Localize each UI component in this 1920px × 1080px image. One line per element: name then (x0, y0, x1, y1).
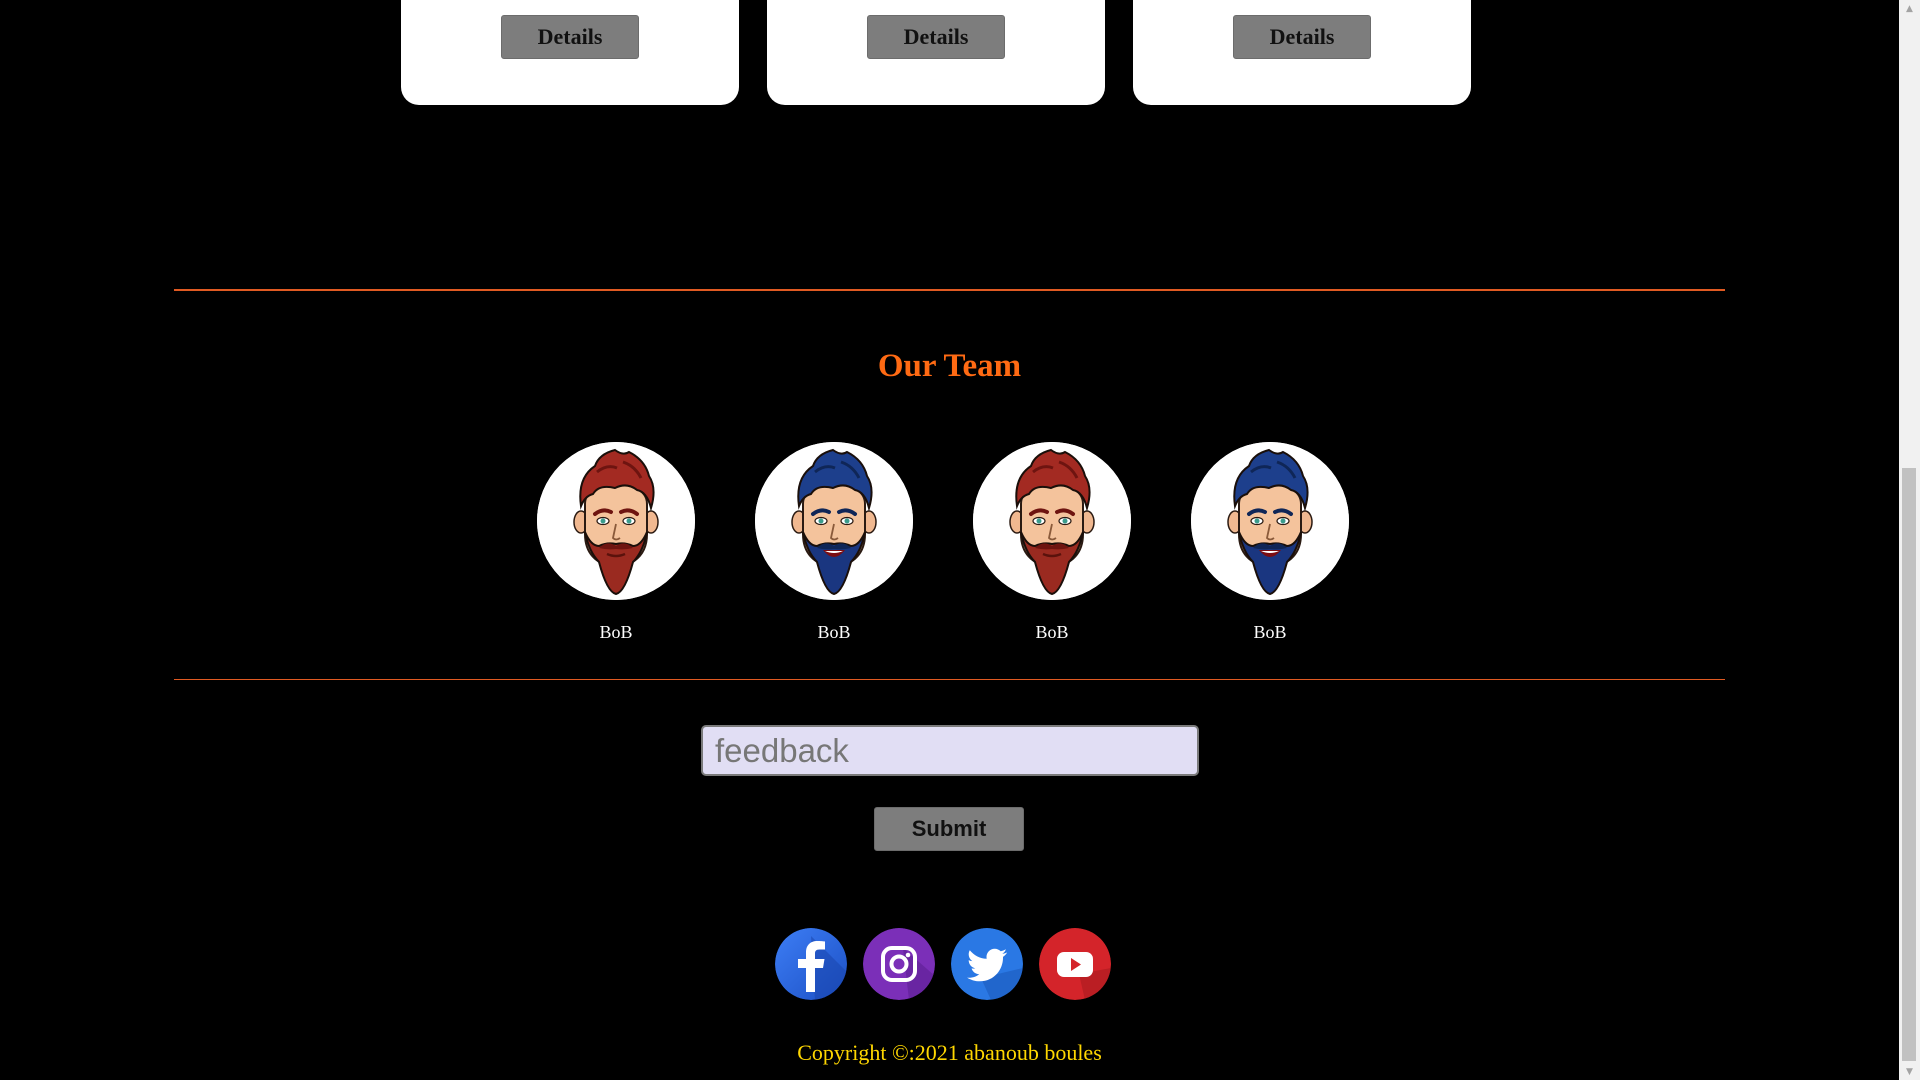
copyright-text: Copyright ©:2021 abanoub boules (797, 1040, 1102, 1065)
member-name: BoB (1253, 622, 1287, 642)
youtube-icon[interactable] (1039, 928, 1111, 1000)
member-name: BoB (599, 622, 633, 642)
submit-button[interactable]: Submit (874, 807, 1024, 851)
scroll-down-icon[interactable]: ▼ (1899, 1063, 1920, 1080)
scroll-up-icon[interactable]: ▲ (1899, 0, 1920, 17)
cards-row: Details Details Details (401, 0, 1471, 105)
card: Details (767, 0, 1105, 105)
team-list: BoB BoB BoB BoB (537, 442, 1349, 643)
page: Details Details Details Our Team BoB BoB… (0, 0, 1899, 1080)
scrollbar-thumb[interactable] (1902, 468, 1916, 1061)
team-title: Our Team (877, 348, 1022, 384)
team-member: BoB (973, 442, 1131, 643)
avatar (1191, 442, 1349, 600)
team-member: BoB (537, 442, 695, 643)
instagram-icon[interactable] (863, 928, 935, 1000)
card: Details (1133, 0, 1471, 105)
scrollbar[interactable]: ▲ ▼ (1899, 0, 1920, 1080)
team-member: BoB (1191, 442, 1349, 643)
avatar (973, 442, 1131, 600)
facebook-icon[interactable] (775, 928, 847, 1000)
section-divider (174, 289, 1725, 291)
section-divider (174, 679, 1725, 680)
team-member: BoB (755, 442, 913, 643)
twitter-icon[interactable] (951, 928, 1023, 1000)
member-name: BoB (1035, 622, 1069, 642)
avatar (537, 442, 695, 600)
details-button[interactable]: Details (1233, 15, 1371, 59)
social-links (775, 928, 1111, 1000)
card: Details (401, 0, 739, 105)
avatar (755, 442, 913, 600)
member-name: BoB (817, 622, 851, 642)
feedback-input[interactable] (701, 725, 1199, 776)
details-button[interactable]: Details (501, 15, 639, 59)
details-button[interactable]: Details (867, 15, 1005, 59)
